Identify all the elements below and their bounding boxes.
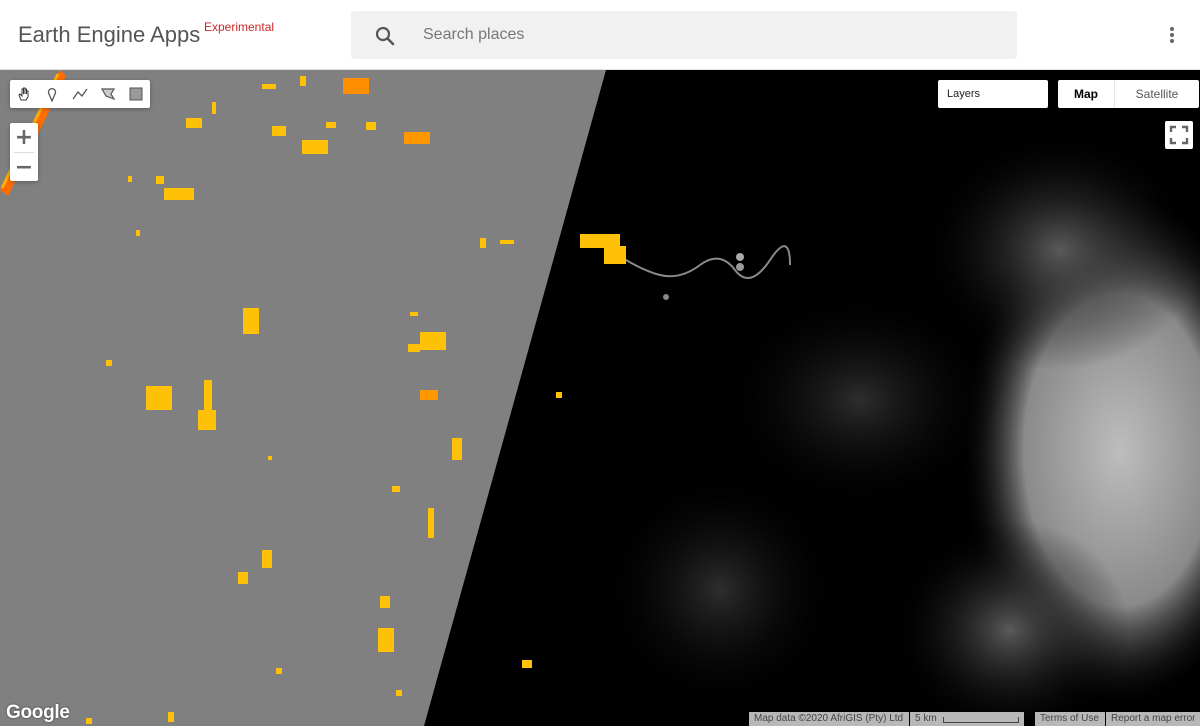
layers-select[interactable]: Layers (938, 80, 1048, 108)
scale-bar (942, 717, 1019, 723)
report-error-link[interactable]: Report a map error (1106, 712, 1200, 726)
map-canvas[interactable]: + − Layers Map Satellite Google Map data… (0, 70, 1200, 726)
map-imagery (0, 70, 1200, 726)
marker-icon[interactable] (38, 80, 66, 108)
zoom-out-button[interactable]: − (10, 153, 38, 182)
fullscreen-icon (1169, 125, 1189, 145)
map-type-map-button[interactable]: Map (1058, 80, 1115, 108)
search-box[interactable] (351, 11, 1017, 59)
search-input[interactable] (423, 11, 1003, 59)
scale-label: 5 km (915, 713, 937, 724)
drawing-toolbar (10, 80, 150, 108)
zoom-in-button[interactable]: + (10, 123, 38, 152)
google-logo: Google (6, 702, 70, 723)
hand-icon[interactable] (10, 80, 38, 108)
app-header: Earth Engine Apps Experimental (0, 0, 1200, 70)
search-icon[interactable] (373, 24, 397, 48)
map-data-attribution: Map data ©2020 AfriGIS (Pty) Ltd (749, 712, 909, 726)
line-icon[interactable] (66, 80, 94, 108)
app-title: Earth Engine Apps (18, 22, 201, 47)
scale-indicator[interactable]: 5 km (910, 712, 1024, 726)
more-vert-icon[interactable] (1160, 23, 1184, 47)
zoom-control: + − (10, 123, 38, 181)
map-type-control: Map Satellite (1058, 80, 1199, 108)
map-type-satellite-button[interactable]: Satellite (1115, 80, 1199, 108)
rectangle-icon[interactable] (122, 80, 150, 108)
terms-link[interactable]: Terms of Use (1035, 712, 1105, 726)
experimental-badge: Experimental (204, 20, 275, 34)
fullscreen-button[interactable] (1165, 121, 1193, 149)
polygon-icon[interactable] (94, 80, 122, 108)
